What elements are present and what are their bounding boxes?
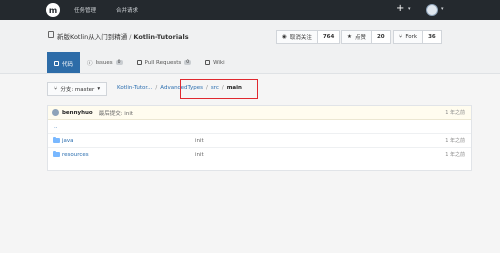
- repo-owner-link[interactable]: 新版Kotlin从入门到精通: [57, 33, 127, 41]
- chevron-down-icon[interactable]: ▾: [441, 6, 444, 12]
- breadcrumb-repo-link[interactable]: Kotlin-Tutor...: [117, 85, 152, 91]
- star-stat[interactable]: ★ 点赞 20: [341, 30, 391, 44]
- wiki-icon: [205, 60, 211, 65]
- tab-wiki-label: Wiki: [213, 59, 225, 66]
- pull-request-icon: [136, 60, 142, 65]
- table-row[interactable]: java init 1 年之前: [48, 134, 471, 148]
- file-name-link[interactable]: resources: [62, 152, 89, 158]
- commit-author-name: bennyhuo: [62, 109, 93, 116]
- folder-icon: [53, 136, 60, 143]
- latest-commit-bar: bennyhuo 最后提交: init 1 年之前: [48, 106, 471, 120]
- nav-merge-requests-link[interactable]: 合并请求: [116, 6, 138, 14]
- parent-dir-link[interactable]: ..: [54, 124, 58, 130]
- nav-tasks-link[interactable]: 任务管理: [74, 6, 96, 14]
- site-logo[interactable]: m: [46, 3, 60, 17]
- commit-author-avatar: [52, 109, 59, 116]
- commit-author[interactable]: bennyhuo: [52, 109, 93, 116]
- parent-dir-row[interactable]: ..: [48, 120, 471, 134]
- branch-selector[interactable]: ⑂ 分支: master ▾: [47, 82, 108, 96]
- table-row[interactable]: resources init 1 年之前: [48, 148, 471, 161]
- watch-stat[interactable]: ◉ 取消关注 764: [276, 30, 341, 44]
- star-button[interactable]: ★ 点赞: [342, 31, 372, 43]
- chevron-down-icon: ▾: [97, 86, 101, 92]
- branch-icon: ⑂: [54, 86, 58, 92]
- create-new-button[interactable]: +: [396, 3, 404, 14]
- branch-label: 分支: master: [60, 87, 95, 93]
- issues-icon: ⓘ: [87, 60, 93, 67]
- watch-label: 取消关注: [289, 35, 312, 41]
- fork-stat[interactable]: ⑂ Fork 36: [393, 30, 442, 44]
- star-count[interactable]: 20: [372, 34, 390, 40]
- file-name-link[interactable]: java: [62, 138, 74, 144]
- pull-requests-count-badge: 0: [184, 60, 192, 65]
- top-navbar: m 任务管理 合并请求 + ▾ ▾: [0, 0, 500, 20]
- tab-issues[interactable]: ⓘ Issues 0: [80, 52, 129, 73]
- tab-code-label: 代码: [62, 61, 74, 68]
- file-commit-message[interactable]: init: [195, 152, 204, 158]
- tab-pull-requests[interactable]: Pull Requests 0: [130, 52, 199, 73]
- file-time: 1 年之前: [445, 152, 465, 158]
- tab-pull-requests-label: Pull Requests: [144, 59, 182, 66]
- repo-tabs: 代码 ⓘ Issues 0 Pull Requests 0 Wiki: [47, 52, 232, 73]
- user-avatar[interactable]: [426, 4, 438, 16]
- tab-issues-label: Issues: [95, 59, 113, 66]
- issues-count-badge: 0: [115, 60, 123, 65]
- folder-icon: [53, 150, 60, 157]
- file-list: bennyhuo 最后提交: init 1 年之前 .. java init 1…: [47, 105, 472, 171]
- star-icon: ★: [347, 34, 352, 40]
- star-label: 点赞: [354, 35, 366, 41]
- chevron-down-icon[interactable]: ▾: [408, 6, 411, 12]
- file-time: 1 年之前: [445, 138, 465, 144]
- watch-count[interactable]: 764: [318, 34, 339, 40]
- commit-message[interactable]: 最后提交: init: [99, 109, 133, 117]
- fork-icon: ⑂: [399, 34, 403, 40]
- fork-count[interactable]: 36: [423, 34, 441, 40]
- tab-code[interactable]: 代码: [47, 52, 81, 73]
- repo-name-link[interactable]: Kotlin-Tutorials: [133, 33, 188, 41]
- fork-label: Fork: [405, 34, 418, 40]
- tab-wiki[interactable]: Wiki: [198, 52, 232, 73]
- file-commit-message[interactable]: init: [195, 138, 204, 144]
- fork-button[interactable]: ⑂ Fork: [394, 31, 424, 43]
- repo-title: 新版Kotlin从入门到精通 / Kotlin-Tutorials: [57, 31, 189, 41]
- red-highlight-box: [180, 79, 258, 99]
- commit-time: 1 年之前: [445, 110, 465, 116]
- repo-book-icon: [48, 31, 54, 38]
- code-icon: [54, 61, 59, 66]
- eye-icon: ◉: [282, 34, 287, 40]
- watch-button[interactable]: ◉ 取消关注: [277, 31, 318, 43]
